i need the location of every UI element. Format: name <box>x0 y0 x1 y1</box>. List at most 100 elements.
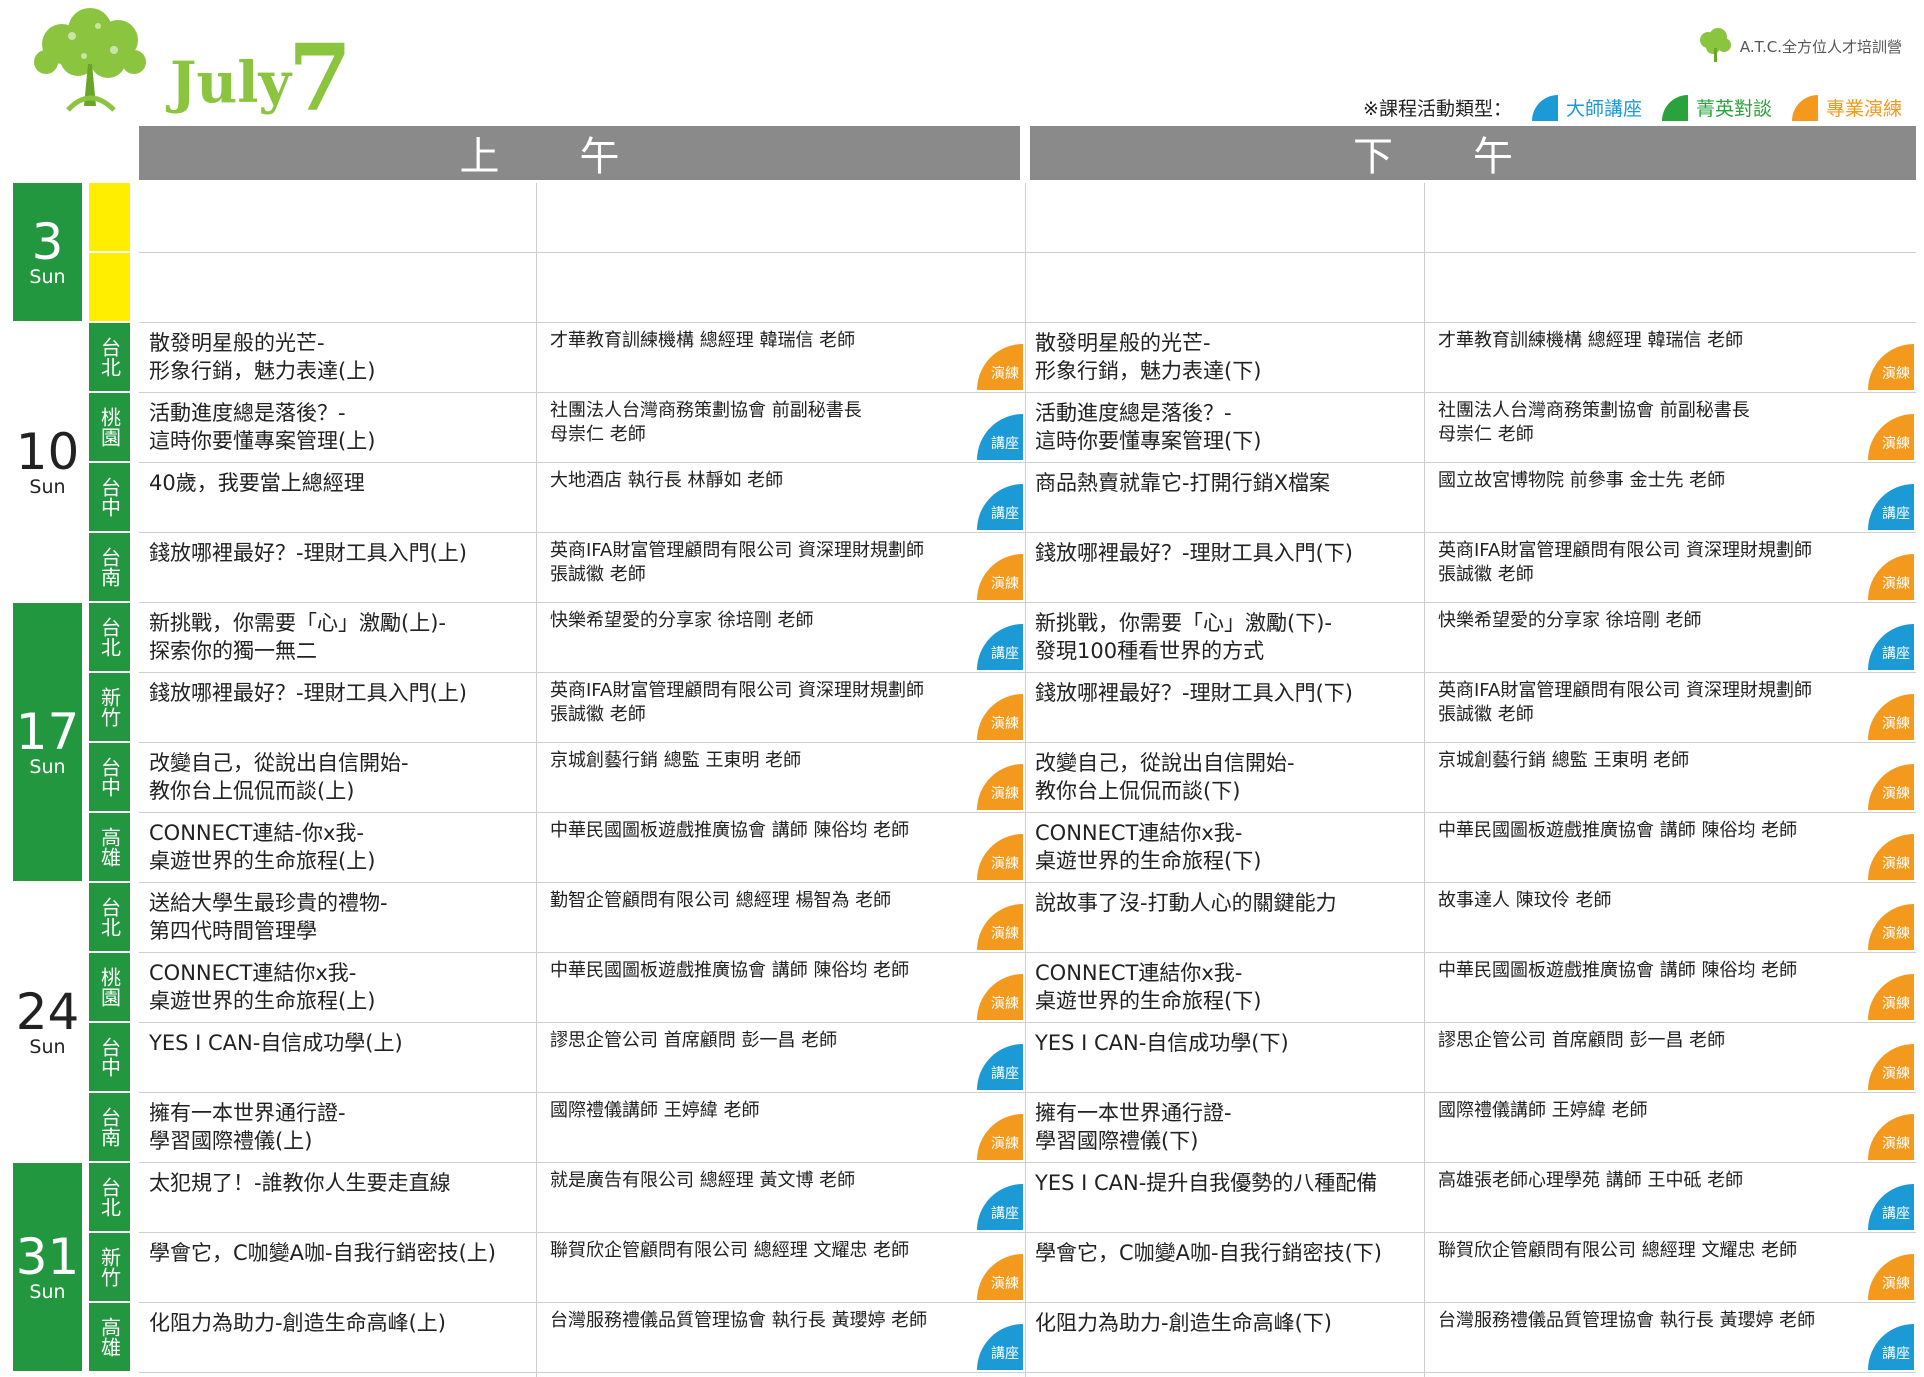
course-title: YES I CAN-自信成功學(下) <box>1025 1023 1424 1092</box>
course-title-text: CONNECT連結-你x我- 桌遊世界的生命旅程(上) <box>149 821 376 873</box>
course-title: 新挑戰，你需要「心」激勵(下)- 發現100種看世界的方式 <box>1025 603 1424 672</box>
speaker-info: 快樂希望愛的分享家 徐培剛 老師 講座 <box>536 603 1025 672</box>
city-label <box>89 183 130 251</box>
activity-type-badge: 演練 <box>977 1114 1023 1160</box>
activity-type-badge: 演練 <box>1868 1114 1914 1160</box>
speaker-text: 中華民國圖板遊戲推廣協會 講師 陳俗均 老師 <box>1438 960 1798 981</box>
speaker-text: 台灣服務禮儀品質管理協會 執行長 黃瓔婷 老師 <box>550 1310 928 1331</box>
course-title-text: 說故事了沒-打動人心的關鍵能力 <box>1035 891 1337 915</box>
afternoon-header: 下午 <box>1030 126 1916 180</box>
activity-type-badge: 講座 <box>977 1044 1023 1090</box>
course-title: 說故事了沒-打動人心的關鍵能力 <box>1025 883 1424 952</box>
date-number: 10 <box>15 422 80 481</box>
brand-tree-icon <box>1699 28 1731 62</box>
brand-text: A.T.C.全方位人才培訓營 <box>1739 37 1902 56</box>
activity-type-badge: 演練 <box>1868 414 1914 460</box>
city-label: 台北 <box>89 1163 130 1231</box>
course-title: 錢放哪裡最好？-理財工具入門(上) <box>139 673 536 742</box>
month-number: 7 <box>288 24 353 132</box>
speaker-info <box>1424 253 1916 322</box>
speaker-info: 英商IFA財富管理顧問有限公司 資深理財規劃師 張誠徽 老師 演練 <box>536 533 1025 602</box>
course-title-text: 新挑戰，你需要「心」激勵(上)- 探索你的獨一無二 <box>149 611 446 663</box>
course-title-text: 活動進度總是落後？- 這時你要懂專案管理(下) <box>1035 401 1262 453</box>
activity-type-badge: 講座 <box>1868 1324 1914 1370</box>
date-weekday: Sun <box>29 1280 66 1303</box>
city-label: 台北 <box>89 323 130 391</box>
speaker-text: 中華民國圖板遊戲推廣協會 講師 陳俗均 老師 <box>550 820 910 841</box>
speaker-text: 才華教育訓練機構 總經理 韓瑞信 老師 <box>550 330 856 351</box>
course-title: CONNECT連結你x我- 桌遊世界的生命旅程(下) <box>1025 953 1424 1022</box>
course-title-text: 改變自己，從說出自信開始- 教你台上侃侃而談(上) <box>149 751 409 803</box>
course-title-text: 化阻力為助力-創造生命高峰(下) <box>1035 1311 1332 1335</box>
course-title-text: 散發明星般的光芒- 形象行銷，魅力表達(上) <box>149 331 376 383</box>
speaker-info: 台灣服務禮儀品質管理協會 執行長 黃瓔婷 老師講座 <box>536 1303 1025 1372</box>
course-title: CONNECT連結你x我- 桌遊世界的生命旅程(下) <box>1025 813 1424 882</box>
speaker-text: 英商IFA財富管理顧問有限公司 資深理財規劃師 張誠徽 老師 <box>1438 540 1813 585</box>
speaker-text: 國立故宮博物院 前參事 金士先 老師 <box>1438 470 1726 491</box>
speaker-info: 聯賀欣企管顧問有限公司 總經理 文耀忠 老師 演練 <box>536 1233 1025 1302</box>
course-title-text: 錢放哪裡最好？-理財工具入門(下) <box>1035 541 1353 565</box>
activity-type-badge: 演練 <box>1868 904 1914 950</box>
speaker-info: 英商IFA財富管理顧問有限公司 資深理財規劃師 張誠徽 老師 演練 <box>1424 533 1916 602</box>
course-title-text: CONNECT連結你x我- 桌遊世界的生命旅程(上) <box>149 961 376 1013</box>
course-title: 40歲，我要當上總經理 <box>139 463 536 532</box>
speaker-text: 京城創藝行銷 總監 王東明 老師 <box>550 750 802 771</box>
morning-header: 上午 <box>139 126 1020 180</box>
speaker-text: 京城創藝行銷 總監 王東明 老師 <box>1438 750 1690 771</box>
speaker-text: 謬思企管公司 首席顧問 彭一昌 老師 <box>550 1030 838 1051</box>
date-number: 31 <box>15 1227 80 1286</box>
speaker-info: 社團法人台灣商務策劃協會 前副秘書長 母崇仁 老師 演練 <box>1424 393 1916 462</box>
course-title <box>1025 183 1424 252</box>
activity-type-badge: 講座 <box>1868 484 1914 530</box>
speaker-info: 英商IFA財富管理顧問有限公司 資深理財規劃師 張誠徽 老師 演練 <box>536 673 1025 742</box>
course-title-text: 商品熱賣就靠它-打開行銷X檔案 <box>1035 471 1330 495</box>
course-title-text: YES I CAN-自信成功學(下) <box>1035 1031 1289 1055</box>
date-number: 17 <box>15 702 80 761</box>
speaker-info: 國立故宮博物院 前參事 金士先 老師講座 <box>1424 463 1916 532</box>
course-title: CONNECT連結-你x我- 桌遊世界的生命旅程(上) <box>139 813 536 882</box>
course-title: 錢放哪裡最好？-理財工具入門(下) <box>1025 533 1424 602</box>
speaker-info: 社團法人台灣商務策劃協會 前副秘書長 母崇仁 老師 講座 <box>536 393 1025 462</box>
course-title-text: CONNECT連結你x我- 桌遊世界的生命旅程(下) <box>1035 821 1262 873</box>
speaker-text: 勤智企管顧問有限公司 總經理 楊智為 老師 <box>550 890 892 911</box>
course-title-text: 學會它，C咖變A咖-自我行銷密技(上) <box>149 1241 496 1265</box>
course-title-text: 改變自己，從說出自信開始- 教你台上侃侃而談(下) <box>1035 751 1295 803</box>
course-title-text: 散發明星般的光芒- 形象行銷，魅力表達(下) <box>1035 331 1262 383</box>
course-title-text: 擁有一本世界通行證- 學習國際禮儀(上) <box>149 1101 346 1153</box>
tree-logo-icon <box>34 8 146 112</box>
speaker-text: 大地酒店 執行長 林靜如 老師 <box>550 470 784 491</box>
activity-type-badge: 講座 <box>977 624 1023 670</box>
speaker-info: 國際禮儀講師 王婷緯 老師 演練 <box>1424 1093 1916 1162</box>
practice-swatch-icon <box>1791 94 1818 121</box>
course-title: 錢放哪裡最好？-理財工具入門(上) <box>139 533 536 602</box>
speaker-info: 快樂希望愛的分享家 徐培剛 老師 講座 <box>1424 603 1916 672</box>
city-label: 新竹 <box>89 1233 130 1301</box>
speaker-info <box>1424 183 1916 252</box>
speaker-info: 謬思企管公司 首席顧問 彭一昌 老師講座 <box>536 1023 1025 1092</box>
city-label: 台北 <box>89 883 130 951</box>
course-title-text: 40歲，我要當上總經理 <box>149 471 365 495</box>
speaker-info: 大地酒店 執行長 林靜如 老師 講座 <box>536 463 1025 532</box>
speaker-text: 中華民國圖板遊戲推廣協會 講師 陳俗均 老師 <box>1438 820 1798 841</box>
course-title: 太犯規了！-誰教你人生要走直線 <box>139 1163 536 1232</box>
date-number: 24 <box>15 982 80 1041</box>
course-title: 送給大學生最珍貴的禮物- 第四代時間管理學 <box>139 883 536 952</box>
city-label: 桃園 <box>89 953 130 1021</box>
course-title: 散發明星般的光芒- 形象行銷，魅力表達(上) <box>139 323 536 392</box>
activity-type-badge: 講座 <box>977 1324 1023 1370</box>
speaker-info: 國際禮儀講師 王婷緯 老師 演練 <box>536 1093 1025 1162</box>
speaker-text: 謬思企管公司 首席顧問 彭一昌 老師 <box>1438 1030 1726 1051</box>
speaker-text: 中華民國圖板遊戲推廣協會 講師 陳俗均 老師 <box>550 960 910 981</box>
course-title <box>1025 253 1424 322</box>
legend-practice: 專業演練 <box>1825 98 1902 120</box>
activity-type-badge: 演練 <box>977 1254 1023 1300</box>
activity-type-badge: 演練 <box>1868 1254 1914 1300</box>
course-title: 學會它，C咖變A咖-自我行銷密技(下) <box>1025 1233 1424 1302</box>
course-title <box>139 253 536 322</box>
course-title: 活動進度總是落後？- 這時你要懂專案管理(下) <box>1025 393 1424 462</box>
speaker-text: 英商IFA財富管理顧問有限公司 資深理財規劃師 張誠徽 老師 <box>550 680 925 725</box>
course-title-text: CONNECT連結你x我- 桌遊世界的生命旅程(下) <box>1035 961 1262 1013</box>
activity-type-badge: 演練 <box>1868 834 1914 880</box>
date-weekday: Sun <box>29 1035 66 1058</box>
legend-dialogue: 菁英對談 <box>1695 98 1772 120</box>
